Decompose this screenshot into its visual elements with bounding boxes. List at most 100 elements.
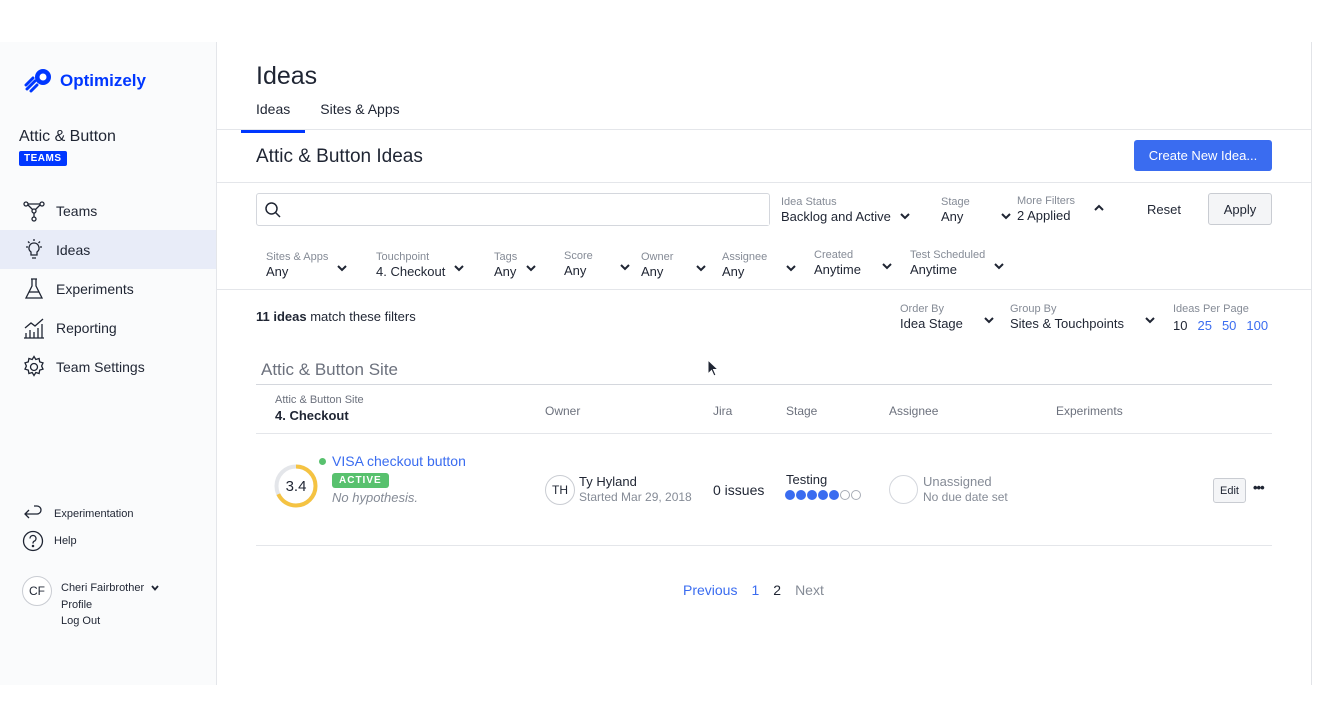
- idea-status-filter[interactable]: Idea Status Backlog and Active: [781, 196, 911, 225]
- apply-button[interactable]: Apply: [1208, 193, 1272, 225]
- assignee-name[interactable]: Unassigned: [923, 474, 992, 489]
- chevron-down-icon: [994, 263, 1004, 270]
- chevron-down-icon: [984, 317, 994, 324]
- filter-label: Test Scheduled: [910, 249, 986, 261]
- filter-value: 2 Applied: [1017, 208, 1071, 223]
- stage-step-complete: [818, 490, 828, 500]
- tabs: Ideas Sites & Apps: [241, 92, 415, 133]
- filter-label: Stage: [941, 196, 970, 208]
- per-page-label: Ideas Per Page: [1173, 303, 1249, 315]
- edit-button[interactable]: Edit: [1213, 478, 1246, 503]
- optimizely-logo[interactable]: Optimizely: [24, 66, 146, 96]
- owner-filter[interactable]: Owner Any: [641, 251, 707, 280]
- test-scheduled-filter[interactable]: Test Scheduled Anytime: [910, 249, 1005, 278]
- create-new-idea-button[interactable]: Create New Idea...: [1134, 140, 1272, 171]
- ideas-per-page: Ideas Per Page 10 25 50 100: [1173, 303, 1268, 333]
- sidebar-item-reporting[interactable]: Reporting: [0, 308, 216, 347]
- profile-name[interactable]: Cheri Fairbrother: [61, 580, 144, 597]
- pagination-page-2[interactable]: 2: [773, 582, 781, 598]
- more-filters-toggle[interactable]: More Filters 2 Applied: [1017, 195, 1105, 224]
- tags-filter[interactable]: Tags Any: [494, 251, 537, 280]
- avatar[interactable]: CF: [22, 576, 52, 606]
- filter-value: Any: [564, 263, 587, 278]
- owner-started: Started Mar 29, 2018: [579, 490, 692, 504]
- per-page-option-10[interactable]: 10: [1173, 318, 1187, 333]
- back-arrow-icon: [24, 504, 42, 518]
- table-row: 3.4 VISA checkout button ACTIVE No hypot…: [256, 434, 1272, 546]
- help-icon: [22, 530, 44, 551]
- chevron-down-icon: [620, 264, 630, 271]
- filter-label: Sites & Apps: [266, 251, 329, 263]
- per-page-option-100[interactable]: 100: [1246, 318, 1268, 333]
- filter-value: Backlog and Active: [781, 209, 891, 224]
- chevron-down-icon: [337, 265, 348, 272]
- filter-value: Any: [494, 264, 517, 279]
- tab-ideas[interactable]: Ideas: [241, 92, 306, 133]
- touchpoint-filter[interactable]: Touchpoint 4. Checkout: [376, 251, 465, 280]
- sidebar-item-ideas[interactable]: Ideas: [0, 230, 216, 269]
- sidebar-item-teams[interactable]: Teams: [0, 191, 216, 230]
- result-count-suffix: match these filters: [306, 309, 416, 324]
- idea-hypothesis: No hypothesis.: [332, 490, 418, 505]
- pagination-page-1[interactable]: 1: [751, 582, 759, 598]
- reset-link[interactable]: Reset: [1147, 202, 1181, 217]
- mouse-cursor-icon: [707, 359, 719, 377]
- order-by-select[interactable]: Order By Idea Stage: [900, 303, 995, 332]
- created-filter[interactable]: Created Anytime: [814, 249, 893, 278]
- header-owner: Owner: [545, 404, 581, 418]
- gear-icon: [24, 354, 44, 377]
- stage-step-complete: [796, 490, 806, 500]
- assignee-filter[interactable]: Assignee Any: [722, 251, 797, 280]
- per-page-option-25[interactable]: 25: [1197, 318, 1211, 333]
- filter-value: Anytime: [910, 262, 957, 277]
- tab-sites-apps[interactable]: Sites & Apps: [305, 92, 414, 133]
- teams-icon: [23, 200, 45, 222]
- more-options-icon[interactable]: •••: [1253, 480, 1265, 495]
- divider: [217, 289, 1311, 290]
- search-input[interactable]: [288, 194, 769, 225]
- sidebar-item-experiments[interactable]: Experiments: [0, 269, 216, 308]
- help-link[interactable]: Help: [22, 527, 134, 554]
- flask-icon: [24, 277, 44, 299]
- teams-badge: TEAMS: [19, 151, 67, 166]
- status-dot: [319, 458, 326, 465]
- result-count-number: 11 ideas: [256, 309, 307, 324]
- per-page-option-50[interactable]: 50: [1222, 318, 1236, 333]
- stage-filter[interactable]: Stage Any: [941, 196, 1012, 225]
- stage-step-complete: [785, 490, 795, 500]
- filter-label: Touchpoint: [376, 251, 430, 263]
- chevron-up-icon: [1094, 204, 1104, 211]
- sidebar-item-label: Reporting: [56, 319, 117, 336]
- assignee-avatar[interactable]: [889, 475, 918, 504]
- divider: [256, 384, 1272, 385]
- sites-apps-filter[interactable]: Sites & Apps Any: [266, 251, 348, 280]
- search-icon: [265, 201, 281, 218]
- assignee-due-date: No due date set: [923, 490, 1008, 504]
- chevron-down-icon: [900, 213, 910, 220]
- stage-step-pending: [840, 490, 850, 500]
- header-site: Attic & Button Site: [275, 394, 364, 406]
- group-by-select[interactable]: Group By Sites & Touchpoints: [1010, 303, 1156, 332]
- header-assignee: Assignee: [889, 404, 939, 418]
- filter-label: Order By: [900, 303, 945, 315]
- header-jira: Jira: [713, 404, 733, 418]
- experimentation-link[interactable]: Experimentation: [22, 500, 134, 527]
- search-box[interactable]: [256, 193, 770, 226]
- chevron-down-icon[interactable]: [150, 583, 160, 593]
- score-filter[interactable]: Score Any: [564, 250, 631, 279]
- idea-name-link[interactable]: VISA checkout button: [332, 453, 466, 469]
- filter-value: Sites & Touchpoints: [1010, 316, 1124, 331]
- sidebar-item-team-settings[interactable]: Team Settings: [0, 347, 216, 386]
- owner-name: Ty Hyland: [579, 474, 637, 489]
- idea-score: 3.4: [285, 477, 307, 495]
- pagination-previous[interactable]: Previous: [683, 582, 737, 598]
- filter-label: Score: [564, 250, 593, 262]
- logout-link[interactable]: Log Out: [61, 613, 160, 630]
- app-frame: Optimizely Attic & Button TEAMS Teams Id…: [0, 42, 1312, 685]
- profile-link[interactable]: Profile: [61, 597, 160, 614]
- stage-step-pending: [851, 490, 861, 500]
- section-title: Attic & Button Ideas: [256, 146, 423, 167]
- result-count: 11 ideas match these filters: [256, 309, 416, 324]
- table-header: Attic & Button Site 4. Checkout Owner Ji…: [256, 394, 1272, 434]
- sidebar-item-label: Team Settings: [56, 358, 145, 375]
